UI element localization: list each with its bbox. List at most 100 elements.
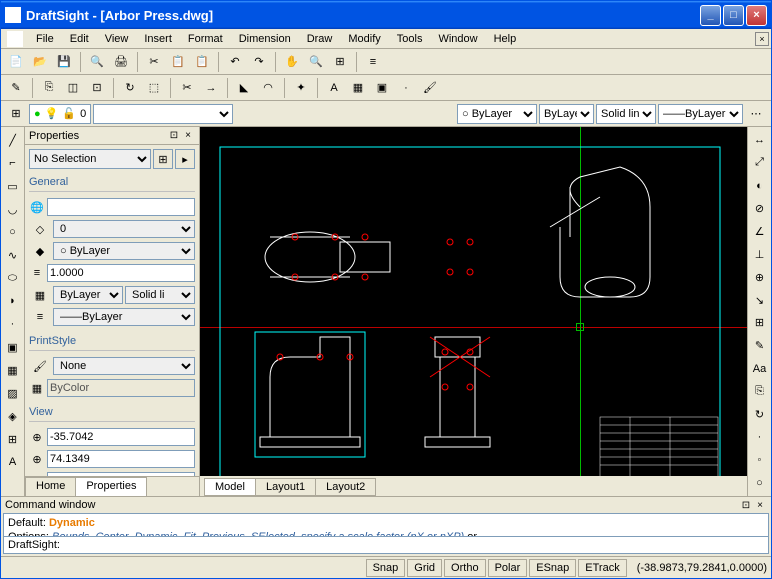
cut-button[interactable]: ✂ <box>143 51 165 73</box>
dim-linear-tool[interactable]: ↔ <box>749 129 771 151</box>
undo-button[interactable]: ↶ <box>224 51 246 73</box>
linetype-combo[interactable]: Solid line <box>596 104 656 124</box>
menu-modify[interactable]: Modify <box>341 31 387 47</box>
status-grid[interactable]: Grid <box>407 559 442 577</box>
dim-ordinate-tool[interactable]: ⊥ <box>749 243 771 265</box>
properties-button[interactable]: ≡ <box>362 51 384 73</box>
dim-override-tool[interactable]: ⎘ <box>749 381 771 403</box>
quick-select-button[interactable]: ⊞ <box>153 149 173 169</box>
rotate-button[interactable]: ↻ <box>119 77 141 99</box>
arc-tool[interactable]: ◡ <box>2 198 24 220</box>
panel-tab-home[interactable]: Home <box>25 477 76 496</box>
paint-button[interactable]: 🖌 <box>419 77 441 99</box>
status-polar[interactable]: Polar <box>488 559 528 577</box>
drawing-canvas[interactable] <box>200 127 747 476</box>
dim-angular-tool[interactable]: ∠ <box>749 221 771 243</box>
ellipse-tool[interactable]: ⬭ <box>2 267 24 289</box>
dim-aligned-tool[interactable]: ⤢ <box>749 152 771 174</box>
explode-button[interactable]: ✦ <box>290 77 312 99</box>
dim-radius-tool[interactable]: ◐ <box>749 175 771 197</box>
menu-window[interactable]: Window <box>431 31 484 47</box>
minimize-button[interactable]: _ <box>700 5 721 26</box>
prop-layer[interactable]: 0 <box>53 220 195 238</box>
table-tool[interactable]: ⊞ <box>2 428 24 450</box>
dim-update-tool[interactable]: ↻ <box>749 404 771 426</box>
status-ortho[interactable]: Ortho <box>444 559 486 577</box>
layer-manager-button[interactable]: ⊞ <box>5 103 27 125</box>
dim-edit-tool[interactable]: ✎ <box>749 335 771 357</box>
menu-help[interactable]: Help <box>487 31 524 47</box>
prop-color[interactable]: ○ ByLayer <box>53 242 195 260</box>
layer-combo[interactable] <box>93 104 233 124</box>
lw-settings-button[interactable]: ⋯ <box>745 103 767 125</box>
circle-tool[interactable]: ○ <box>2 221 24 243</box>
snap-center-tool[interactable]: ○ <box>749 472 771 494</box>
print-preview-button[interactable]: 🔍 <box>86 51 108 73</box>
fillet-button[interactable]: ◠ <box>257 77 279 99</box>
mirror-button[interactable]: ◫ <box>62 77 84 99</box>
tab-model[interactable]: Model <box>204 478 256 496</box>
command-input[interactable] <box>64 539 764 551</box>
note-button[interactable]: A <box>323 77 345 99</box>
print-button[interactable]: 🖨 <box>110 51 132 73</box>
copy-button[interactable]: 📋 <box>167 51 189 73</box>
prop-lw[interactable]: ——ByLayer <box>53 308 195 326</box>
scale-button[interactable]: ⬚ <box>143 77 165 99</box>
dim-diameter-tool[interactable]: ⊘ <box>749 198 771 220</box>
point-button[interactable]: · <box>395 77 417 99</box>
dim-style-tool[interactable]: Aa <box>749 358 771 380</box>
menu-insert[interactable]: Insert <box>137 31 179 47</box>
save-button[interactable]: 💾 <box>53 51 75 73</box>
snap-end-tool[interactable]: · <box>749 426 771 448</box>
prop-view-x[interactable] <box>47 428 195 446</box>
region-tool[interactable]: ◈ <box>2 405 24 427</box>
leader-tool[interactable]: ↘ <box>749 289 771 311</box>
status-etrack[interactable]: ETrack <box>578 559 626 577</box>
hatch-tool[interactable]: ▨ <box>2 382 24 404</box>
command-close-button[interactable]: × <box>753 498 767 512</box>
redo-button[interactable]: ↷ <box>248 51 270 73</box>
selection-combo[interactable]: No Selection <box>29 149 151 169</box>
erase-button[interactable]: ✎ <box>5 77 27 99</box>
snap-mid-tool[interactable]: ◦ <box>749 449 771 471</box>
point-tool[interactable]: · <box>2 313 24 335</box>
prop-ltype2[interactable]: Solid li <box>125 286 195 304</box>
pan-button[interactable]: ✋ <box>281 51 303 73</box>
select-button[interactable]: ▸ <box>175 149 195 169</box>
panel-tab-properties[interactable]: Properties <box>75 477 147 496</box>
properties-close-button[interactable]: × <box>181 129 195 143</box>
block-button[interactable]: ▣ <box>371 77 393 99</box>
prop-printstyle[interactable]: None <box>53 357 195 375</box>
spline-tool[interactable]: ∿ <box>2 244 24 266</box>
prop-ltype1[interactable]: ByLayer <box>53 286 123 304</box>
open-button[interactable]: 📂 <box>29 51 51 73</box>
mdi-close-button[interactable]: × <box>755 32 769 46</box>
status-snap[interactable]: Snap <box>366 559 406 577</box>
menu-file[interactable]: File <box>29 31 61 47</box>
menu-format[interactable]: Format <box>181 31 230 47</box>
menu-tools[interactable]: Tools <box>390 31 430 47</box>
lineweight-combo[interactable]: ByLayer <box>539 104 594 124</box>
copy-entity-button[interactable]: ⎘ <box>38 77 60 99</box>
zoom-window-button[interactable]: 🔍 <box>305 51 327 73</box>
menu-edit[interactable]: Edit <box>63 31 96 47</box>
menu-dimension[interactable]: Dimension <box>232 31 298 47</box>
lw-combo[interactable]: ——ByLayer <box>658 104 743 124</box>
dim-center-tool[interactable]: ⊕ <box>749 266 771 288</box>
prop-blank[interactable] <box>47 198 195 216</box>
command-pin-icon[interactable]: ⊡ <box>739 498 753 512</box>
new-button[interactable]: 📄 <box>5 51 27 73</box>
text-tool[interactable]: A <box>2 451 24 473</box>
command-history[interactable]: Default: Dynamic Options: Bounds, Center… <box>3 513 769 537</box>
tab-layout1[interactable]: Layout1 <box>255 478 316 496</box>
trim-button[interactable]: ✂ <box>176 77 198 99</box>
maximize-button[interactable]: □ <box>723 5 744 26</box>
prop-view-y[interactable] <box>47 450 195 468</box>
ellipse-arc-tool[interactable]: ◗ <box>2 290 24 312</box>
tab-layout2[interactable]: Layout2 <box>315 478 376 496</box>
make-block-tool[interactable]: ▦ <box>2 359 24 381</box>
prop-scale[interactable] <box>47 264 195 282</box>
status-esnap[interactable]: ESnap <box>529 559 576 577</box>
insert-block-tool[interactable]: ▣ <box>2 336 24 358</box>
rect-tool[interactable]: ▭ <box>2 175 24 197</box>
